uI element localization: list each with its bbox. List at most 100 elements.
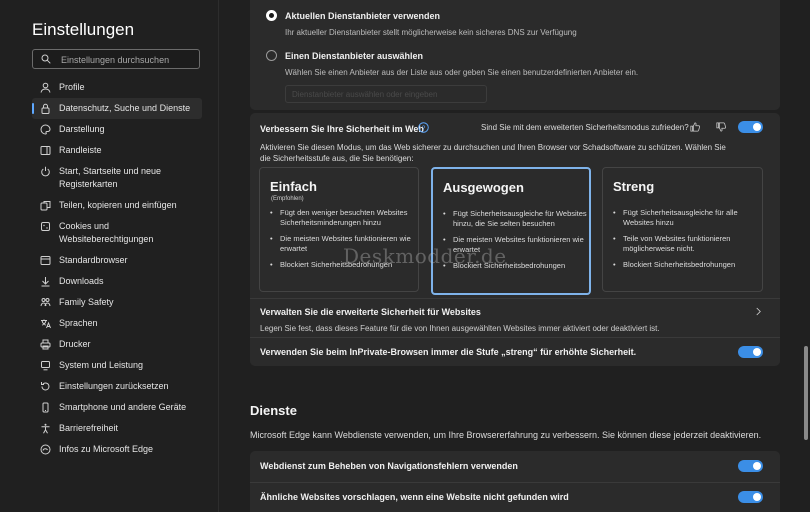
profile-icon	[40, 82, 51, 93]
sidebar-item-label: Teilen, kopieren und einfügen	[59, 200, 177, 210]
main-scrollbar[interactable]	[803, 0, 810, 512]
sidebar-item-start-startseite-und-neue[interactable]: Start, Startseite und neue Registerkarte…	[32, 161, 202, 195]
system-icon	[40, 360, 51, 371]
sidebar-item-label: Smartphone und andere Geräte	[59, 402, 187, 412]
download-icon	[40, 276, 51, 287]
info-icon[interactable]: ?	[418, 122, 429, 133]
radio-choose-provider[interactable]	[266, 50, 277, 61]
similar-sites-label: Ähnliche Websites vorschlagen, wenn eine…	[260, 492, 569, 502]
level-bullets-strict: Fügt Sicherheitsausgleiche für alle Webs…	[613, 208, 757, 276]
enhanced-security-toggle[interactable]	[738, 121, 763, 133]
sidebar-item-label: Darstellung	[59, 124, 105, 134]
share-icon	[40, 200, 51, 211]
sidebar-item-system-und-leistung[interactable]: System und Leistung	[32, 355, 202, 376]
manage-sites-desc: Legen Sie fest, dass dieses Feature für …	[260, 324, 660, 333]
settings-nav: Profile Datenschutz, Suche und Dienste Dar…	[32, 77, 202, 460]
language-icon	[40, 318, 51, 329]
sidebar-item-darstellung[interactable]: Darstellung	[32, 119, 202, 140]
reset-icon	[40, 381, 51, 392]
security-title: Verbessern Sie Ihre Sicherheit im Web	[260, 124, 424, 134]
settings-title: Einstellungen	[32, 20, 135, 39]
thumbs-up-icon[interactable]	[690, 122, 700, 132]
sidebar-item-label: Einstellungen zurücksetzen	[59, 381, 169, 391]
level-bullet: Teile von Websites funktionieren möglich…	[613, 234, 757, 254]
sidebar-item-infos-zu-microsoft-edge[interactable]: Infos zu Microsoft Edge	[32, 439, 202, 460]
sidebar-item-label: Cookies und Websiteberechtigungen	[59, 221, 154, 244]
radio-current-provider[interactable]	[266, 10, 277, 21]
choose-provider-desc: Wählen Sie einen Anbieter aus der Liste …	[285, 68, 639, 77]
level-bullet: Fügt Sicherheitsausgleiche für Websites …	[443, 209, 587, 229]
security-description: Aktivieren Sie diesen Modus, um das Web …	[260, 143, 726, 163]
level-title-basic: Einfach	[270, 179, 317, 194]
lock-icon	[40, 103, 51, 114]
phone-icon	[40, 402, 51, 413]
accessibility-icon	[40, 423, 51, 434]
current-provider-desc: Ihr aktueller Dienstanbieter stellt mögl…	[285, 28, 577, 37]
sidebar-item-label: Drucker	[59, 339, 91, 349]
sidebar-item-standardbrowser[interactable]: Standardbrowser	[32, 250, 202, 271]
similar-sites-toggle[interactable]	[738, 491, 763, 503]
choose-provider-title: Einen Dienstanbieter auswählen	[285, 51, 424, 61]
sidebar-item-family-safety[interactable]: Family Safety	[32, 292, 202, 313]
inprivate-strict-toggle[interactable]	[738, 346, 763, 358]
settings-search-input[interactable]	[59, 52, 198, 68]
feedback-question: Sind Sie mit dem erweiterten Sicherheits…	[481, 123, 689, 132]
sidebar-item-einstellungen-zurücksetzen[interactable]: Einstellungen zurücksetzen	[32, 376, 202, 397]
sidebar-item-label: Randleiste	[59, 145, 102, 155]
scrollbar-thumb[interactable]	[804, 346, 808, 440]
current-provider-title: Aktuellen Dienstanbieter verwenden	[285, 11, 441, 21]
sidebar-item-smartphone-und-andere-geräte[interactable]: Smartphone und andere Geräte	[32, 397, 202, 418]
provider-input-placeholder: Dienstanbieter auswählen oder eingeben	[292, 90, 438, 99]
sidebar-item-datenschutz-suche-und-dienste[interactable]: Datenschutz, Suche und Dienste	[32, 98, 202, 119]
level-card-balanced[interactable]: Ausgewogen Fügt Sicherheitsausgleiche fü…	[431, 167, 591, 295]
provider-input: Dienstanbieter auswählen oder eingeben	[285, 85, 487, 103]
sidebar-item-label: Start, Startseite und neue Registerkarte…	[59, 166, 162, 189]
thumbs-down-icon[interactable]	[716, 122, 726, 132]
level-bullet: Blockiert Sicherheitsbedrohungen	[613, 260, 757, 270]
secure-dns-card: Aktuellen Dienstanbieter verwenden Ihr a…	[250, 0, 780, 110]
cookie-icon	[40, 221, 51, 232]
level-title-balanced: Ausgewogen	[443, 180, 524, 195]
sidebar-item-barrierefreiheit[interactable]: Barrierefreiheit	[32, 418, 202, 439]
nav-error-service-toggle[interactable]	[738, 460, 763, 472]
level-card-basic[interactable]: Einfach (Empfohlen) Fügt den weniger bes…	[259, 167, 419, 292]
sidebar-item-label: Datenschutz, Suche und Dienste	[59, 103, 191, 113]
sidebar-item-teilen-kopieren-und-einfügen[interactable]: Teilen, kopieren und einfügen	[32, 195, 202, 216]
level-bullet: Fügt Sicherheitsausgleiche für alle Webs…	[613, 208, 757, 228]
appearance-icon	[40, 124, 51, 135]
sidebar-item-cookies-und[interactable]: Cookies und Websiteberechtigungen	[32, 216, 202, 250]
search-icon	[41, 54, 51, 64]
settings-main: Aktuellen Dienstanbieter verwenden Ihr a…	[219, 0, 799, 512]
sidebar-item-label: Infos zu Microsoft Edge	[59, 444, 154, 454]
sidebar-item-label: System und Leistung	[59, 360, 144, 370]
browser-icon	[40, 255, 51, 266]
sidebar-item-label: Family Safety	[59, 297, 114, 307]
printer-icon	[40, 339, 51, 350]
level-card-strict[interactable]: Streng Fügt Sicherheitsausgleiche für al…	[602, 167, 763, 292]
chevron-right-icon[interactable]	[755, 307, 762, 316]
level-bullet: Fügt den weniger besuchten Websites Sich…	[270, 208, 414, 228]
sidebar-item-drucker[interactable]: Drucker	[32, 334, 202, 355]
watermark-text: Deskmodder.de	[343, 244, 507, 268]
inprivate-strict-label: Verwenden Sie beim InPrivate-Browsen imm…	[260, 347, 637, 357]
settings-search-box[interactable]	[32, 49, 200, 69]
sidebar-item-sprachen[interactable]: Sprachen	[32, 313, 202, 334]
sidebar-item-label: Downloads	[59, 276, 104, 286]
sidebar-item-downloads[interactable]: Downloads	[32, 271, 202, 292]
family-icon	[40, 297, 51, 308]
sidebar-item-label: Sprachen	[59, 318, 98, 328]
power-icon	[40, 166, 51, 177]
sidebar-item-profile[interactable]: Profile	[32, 77, 202, 98]
services-heading: Dienste	[250, 403, 297, 418]
services-description: Microsoft Edge kann Webdienste verwenden…	[250, 430, 762, 440]
sidebar-item-label: Barrierefreiheit	[59, 423, 119, 433]
services-card: Webdienst zum Beheben von Navigationsfeh…	[250, 451, 780, 512]
manage-sites-title[interactable]: Verwalten Sie die erweiterte Sicherheit …	[260, 307, 481, 317]
nav-error-service-label: Webdienst zum Beheben von Navigationsfeh…	[260, 461, 518, 471]
svg-text:?: ?	[422, 125, 426, 132]
sidebar-item-randleiste[interactable]: Randleiste	[32, 140, 202, 161]
sidebar-icon	[40, 145, 51, 156]
sidebar-item-label: Profile	[59, 82, 85, 92]
edge-icon	[40, 444, 51, 455]
level-title-strict: Streng	[613, 179, 655, 194]
